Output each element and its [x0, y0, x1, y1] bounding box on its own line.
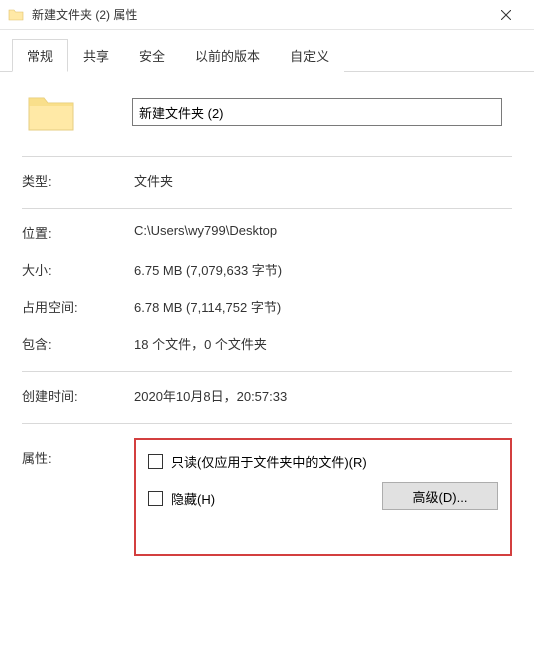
value-type: 文件夹	[134, 171, 512, 190]
label-contains: 包含:	[22, 334, 134, 353]
hidden-label: 隐藏(H)	[171, 489, 215, 508]
readonly-label: 只读(仅应用于文件夹中的文件)(R)	[171, 452, 367, 471]
value-size-on-disk: 6.78 MB (7,114,752 字节)	[134, 297, 512, 316]
value-created: 2020年10月8日，20:57:33	[134, 386, 512, 405]
close-icon	[501, 10, 511, 20]
tab-previous-versions[interactable]: 以前的版本	[180, 39, 275, 72]
label-type: 类型:	[22, 171, 134, 190]
tab-customize[interactable]: 自定义	[275, 39, 344, 72]
tab-bar: 常规 共享 安全 以前的版本 自定义	[0, 30, 534, 72]
separator	[22, 371, 512, 372]
tab-security[interactable]: 安全	[124, 39, 180, 72]
label-size: 大小:	[22, 260, 134, 279]
separator	[22, 208, 512, 209]
titlebar: 新建文件夹 (2) 属性	[0, 0, 534, 30]
readonly-checkbox[interactable]	[148, 454, 163, 469]
label-created: 创建时间:	[22, 386, 134, 405]
content-panel: 类型: 文件夹 位置: C:\Users\wy799\Desktop 大小: 6…	[0, 72, 534, 566]
window-title: 新建文件夹 (2) 属性	[32, 6, 486, 23]
attributes-highlight-box: 只读(仅应用于文件夹中的文件)(R) 隐藏(H) 高级(D)...	[134, 438, 512, 556]
row-created: 创建时间: 2020年10月8日，20:57:33	[22, 386, 512, 405]
folder-icon	[8, 7, 24, 23]
row-type: 类型: 文件夹	[22, 171, 512, 190]
hidden-checkbox[interactable]	[148, 491, 163, 506]
header-row	[22, 90, 512, 134]
value-location: C:\Users\wy799\Desktop	[134, 223, 512, 242]
value-size: 6.75 MB (7,079,633 字节)	[134, 260, 512, 279]
label-location: 位置:	[22, 223, 134, 242]
separator	[22, 423, 512, 424]
row-contains: 包含: 18 个文件，0 个文件夹	[22, 334, 512, 353]
row-location: 位置: C:\Users\wy799\Desktop	[22, 223, 512, 242]
label-size-on-disk: 占用空间:	[22, 297, 134, 316]
readonly-row: 只读(仅应用于文件夹中的文件)(R)	[148, 452, 498, 471]
row-size-on-disk: 占用空间: 6.78 MB (7,114,752 字节)	[22, 297, 512, 316]
label-attributes: 属性:	[22, 438, 134, 556]
tab-general[interactable]: 常规	[12, 39, 68, 72]
value-contains: 18 个文件，0 个文件夹	[134, 334, 512, 353]
attributes-block: 属性: 只读(仅应用于文件夹中的文件)(R) 隐藏(H) 高级(D)...	[22, 438, 512, 556]
close-button[interactable]	[486, 0, 526, 30]
row-size: 大小: 6.75 MB (7,079,633 字节)	[22, 260, 512, 279]
separator	[22, 156, 512, 157]
tab-share[interactable]: 共享	[68, 39, 124, 72]
advanced-button[interactable]: 高级(D)...	[382, 482, 498, 510]
folder-large-icon	[26, 90, 76, 134]
folder-name-input[interactable]	[132, 98, 502, 126]
